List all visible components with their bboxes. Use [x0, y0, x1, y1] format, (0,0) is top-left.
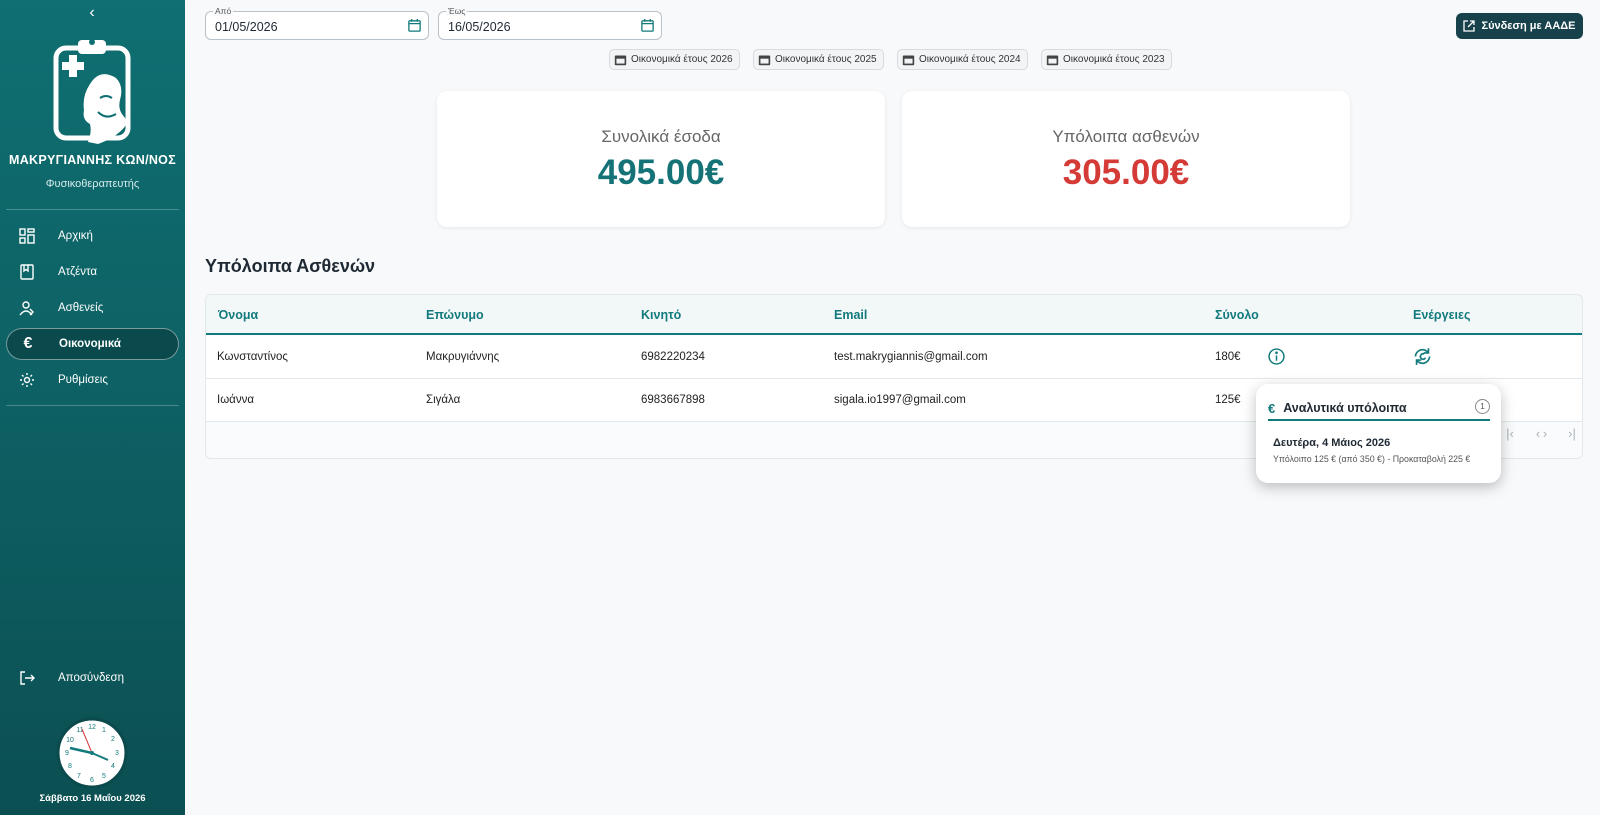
table-row[interactable]: Κωνσταντίνος Μακρυγιάννης 6982220234 tes…: [206, 336, 1582, 379]
logout-label: Αποσύνδεση: [58, 672, 124, 684]
cell-total: 125€: [1215, 394, 1241, 406]
patient-balance-title: Υπόλοιπα ασθενών: [1052, 127, 1200, 146]
calendar-icon[interactable]: [407, 18, 422, 33]
divider: [6, 405, 179, 406]
sidebar-item-label: Ασθενείς: [58, 302, 104, 314]
year-chip-2024[interactable]: Οικονομικά έτους 2024: [897, 49, 1028, 70]
calendar-icon[interactable]: [640, 18, 655, 33]
next-page-icon[interactable]: ›: [1537, 426, 1553, 442]
sidebar-item-finances[interactable]: € Οικονομικά: [6, 328, 179, 360]
svg-text:3: 3: [115, 750, 119, 757]
previous-page-icon-alt: [1508, 426, 1524, 442]
clock-icon: 12 12 345 678 91011: [56, 717, 128, 789]
popup-header: € Αναλυτικά υπόλοιπα 1: [1268, 397, 1490, 421]
doctor-role: Φυσικοθεραπευτής: [45, 178, 140, 190]
to-date-value[interactable]: 16/05/2026: [448, 20, 511, 34]
sidebar-item-settings[interactable]: Ρυθμίσεις: [6, 364, 179, 396]
gear-icon: [17, 370, 37, 390]
svg-text:4: 4: [111, 763, 115, 770]
cell-last-name: Σιγάλα: [426, 394, 461, 406]
aade-connect-button[interactable]: Σύνδεση με ΑΑΔΕ: [1456, 13, 1583, 39]
aade-connect-label: Σύνδεση με ΑΑΔΕ: [1481, 20, 1576, 32]
column-header-first-name[interactable]: Όνομα: [218, 308, 258, 322]
doctor-name: ΜΑΚΡΥΓΙΑΝΝΗΣ ΚΩΝ/ΝΟΣ: [8, 153, 176, 167]
calendar-icon: [1046, 55, 1059, 66]
sidebar-item-label: Ρυθμίσεις: [58, 374, 108, 386]
count-badge: 1: [1475, 399, 1490, 414]
cell-mobile: 6982220234: [641, 351, 705, 363]
year-chip-label: Οικονομικά έτους 2024: [919, 54, 1021, 65]
logout-button[interactable]: Αποσύνδεση: [6, 662, 179, 694]
divider: [6, 209, 179, 210]
from-date-value[interactable]: 01/05/2026: [215, 20, 278, 34]
euro-icon: €: [1268, 400, 1276, 416]
users-icon: [17, 298, 37, 318]
calendar-icon: [614, 55, 627, 66]
popup-title: Αναλυτικά υπόλοιπα: [1283, 401, 1407, 415]
svg-text:7: 7: [77, 773, 81, 780]
year-chip-2026[interactable]: Οικονομικά έτους 2026: [609, 49, 740, 70]
to-date-label: Έως: [446, 6, 468, 16]
svg-text:9: 9: [65, 750, 69, 757]
year-chip-label: Οικονομικά έτους 2023: [1063, 54, 1165, 65]
sidebar-item-label: Οικονομικά: [59, 338, 121, 350]
total-income-value: 495.00€: [597, 153, 725, 192]
collapse-sidebar-icon[interactable]: ‹: [84, 4, 100, 22]
svg-text:6: 6: [90, 777, 94, 784]
cell-email: test.makrygiannis@gmail.com: [834, 351, 988, 363]
patient-balance-card: Υπόλοιπα ασθενών 305.00€: [902, 91, 1350, 227]
svg-text:5: 5: [102, 773, 106, 780]
patient-balance-value: 305.00€: [1062, 153, 1190, 192]
sidebar-item-agenda[interactable]: Ατζέντα: [6, 256, 179, 288]
clinic-logo: [53, 39, 131, 144]
dashboard-icon: [17, 226, 37, 246]
table-header: Όνομα Επώνυμο Κινητό Email Σύνολο Ενέργε…: [206, 295, 1582, 335]
total-income-title: Συνολικά έσοδα: [601, 127, 721, 146]
cell-last-name: Μακρυγιάννης: [426, 351, 500, 363]
balance-entry-detail: Υπόλοιπο 125 € (από 350 €) - Προκαταβολή…: [1273, 454, 1471, 464]
total-income-card: Συνολικά έσοδα 495.00€: [437, 91, 885, 227]
sidebar-item-patients[interactable]: Ασθενείς: [6, 292, 179, 324]
column-header-actions: Ενέργειες: [1413, 308, 1471, 322]
year-chip-2023[interactable]: Οικονομικά έτους 2023: [1041, 49, 1172, 70]
column-header-mobile[interactable]: Κινητό: [641, 308, 681, 322]
refund-icon[interactable]: [1413, 347, 1432, 366]
cell-first-name: Ιωάννα: [217, 394, 254, 406]
sidebar-item-label: Ατζέντα: [58, 266, 98, 278]
year-chip-label: Οικονομικά έτους 2025: [775, 54, 877, 65]
svg-text:2: 2: [111, 736, 115, 743]
logout-icon: [17, 668, 37, 688]
info-icon[interactable]: [1268, 348, 1285, 365]
balance-entry-date: Δευτέρα, 4 Μάιος 2026: [1273, 437, 1391, 449]
column-header-email[interactable]: Email: [834, 308, 867, 322]
column-header-total[interactable]: Σύνολο: [1215, 308, 1259, 322]
euro-icon: €: [23, 335, 33, 352]
cell-total: 180€: [1215, 351, 1241, 363]
section-title: Υπόλοιπα Ασθενών: [205, 256, 376, 276]
to-date-field[interactable]: Έως 16/05/2026: [438, 6, 662, 40]
sidebar-item-label: Αρχική: [58, 230, 93, 242]
from-date-field[interactable]: Από 01/05/2026: [205, 6, 429, 40]
svg-text:1: 1: [102, 727, 106, 734]
cell-mobile: 6983667898: [641, 394, 705, 406]
year-chip-2025[interactable]: Οικονομικά έτους 2025: [753, 49, 884, 70]
book-icon: [17, 262, 37, 282]
from-date-label: Από: [213, 6, 234, 16]
calendar-icon: [902, 55, 915, 66]
year-chip-label: Οικονομικά έτους 2026: [631, 54, 733, 65]
cell-email: sigala.io1997@gmail.com: [834, 394, 966, 406]
column-header-last-name[interactable]: Επώνυμο: [426, 308, 484, 322]
sidebar-item-home[interactable]: Αρχική: [6, 220, 179, 252]
cell-first-name: Κωνσταντίνος: [217, 351, 288, 363]
svg-text:8: 8: [68, 763, 72, 770]
calendar-icon: [758, 55, 771, 66]
sidebar: ‹ ΜΑΚΡΥΓΙΑΝΝΗΣ ΚΩΝ/ΝΟΣ Φυσικοθεραπευτής …: [0, 0, 185, 815]
external-link-icon: [1463, 20, 1476, 32]
svg-text:12: 12: [88, 724, 96, 731]
current-date: Σάββατο 16 Μαΐου 2026: [39, 793, 146, 804]
balance-details-popup: € Αναλυτικά υπόλοιπα 1 Δευτέρα, 4 Μάιος …: [1256, 384, 1501, 483]
svg-text:10: 10: [66, 737, 74, 744]
last-page-icon[interactable]: ›|: [1564, 426, 1580, 442]
